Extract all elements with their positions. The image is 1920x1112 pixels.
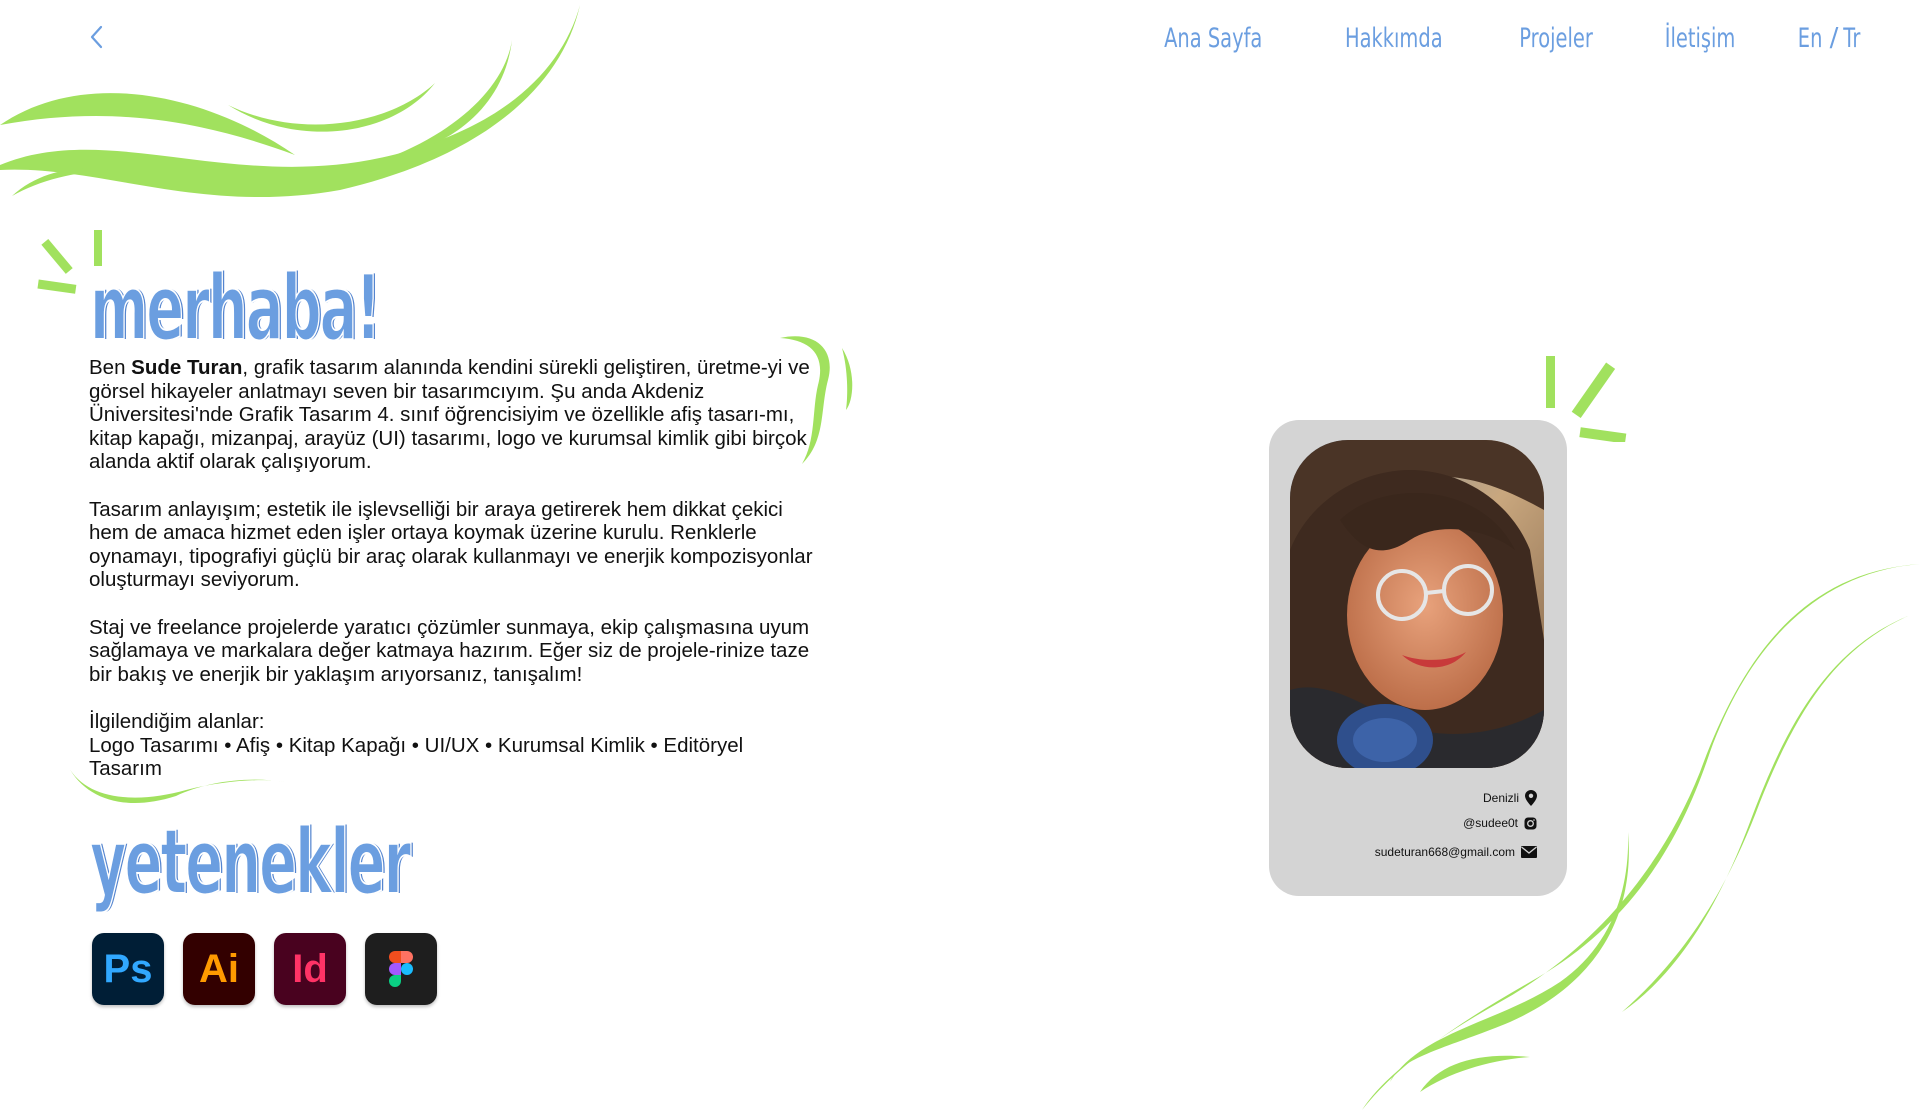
greeting-heading: merhaba! — [89, 256, 381, 361]
lang-tr[interactable]: Tr — [1844, 23, 1861, 54]
about-paragraph-3: Staj ve freelance projelerde yaratıcı çö… — [89, 615, 810, 686]
figma-logo — [389, 951, 413, 987]
profile-card: Denizli @sudee0t sudeturan668@gmail.com — [1269, 420, 1567, 896]
photoshop-icon[interactable]: Ps — [92, 933, 164, 1005]
about-paragraph-1: Ben Sude Turan, grafik tasarım alanında … — [89, 356, 810, 474]
interests-list: Logo Tasarımı • Afiş • Kitap Kapağı • UI… — [89, 733, 744, 781]
location-pin-icon — [1525, 790, 1537, 806]
interests-title: İlgilendiğim alanlar: — [89, 709, 265, 733]
profile-photo — [1290, 440, 1544, 768]
mail-icon — [1521, 846, 1537, 858]
nav-link-home[interactable]: Ana Sayfa — [1164, 23, 1262, 54]
instagram-icon — [1524, 817, 1537, 829]
back-button[interactable] — [84, 20, 108, 54]
main-navigation: Ana Sayfa Hakkımda Projeler İletişim En … — [1145, 18, 1864, 58]
contact-instagram[interactable]: @sudee0t — [1463, 816, 1537, 830]
lang-en[interactable]: En — [1798, 23, 1823, 54]
chevron-left-icon — [90, 25, 103, 49]
about-text: Ben Sude Turan, grafik tasarım alanında … — [89, 356, 819, 781]
nav-link-contact[interactable]: İletişim — [1665, 23, 1736, 54]
indesign-icon[interactable]: Id — [274, 933, 346, 1005]
nav-link-about[interactable]: Hakkımda — [1345, 23, 1443, 54]
contact-email[interactable]: sudeturan668@gmail.com — [1375, 845, 1537, 859]
lang-separator: / — [1829, 23, 1839, 53]
skills-icons: Ps Ai Id — [92, 933, 437, 1005]
author-name: Sude Turan — [131, 356, 243, 379]
nav-link-projects[interactable]: Projeler — [1520, 23, 1594, 54]
skills-heading: yetenekler — [89, 810, 411, 915]
figma-icon[interactable] — [365, 933, 437, 1005]
about-paragraph-2: Tasarım anlayışım; estetik ile işlevsell… — [89, 497, 813, 592]
illustrator-icon[interactable]: Ai — [183, 933, 255, 1005]
language-switcher: En / Tr — [1793, 23, 1864, 54]
contact-location: Denizli — [1483, 790, 1537, 806]
